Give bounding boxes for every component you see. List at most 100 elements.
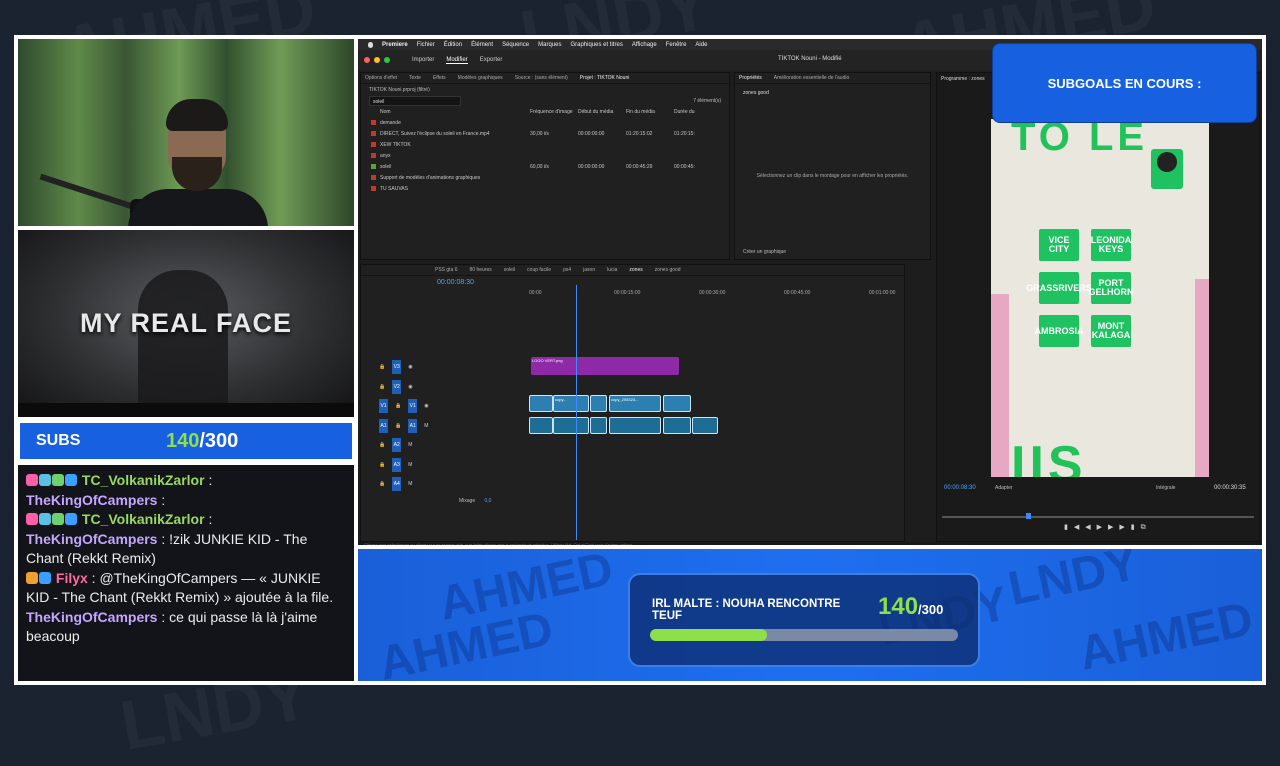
sequence-tab[interactable]: jason: [583, 267, 595, 273]
sequence-tab[interactable]: ps4: [563, 267, 571, 273]
video-clip[interactable]: [590, 395, 607, 412]
chat-username[interactable]: TheKingOfCampers: [26, 609, 157, 625]
track-label[interactable]: V2: [392, 379, 402, 394]
sequence-tab[interactable]: zones good: [655, 267, 681, 273]
menu-item[interactable]: Aide: [695, 42, 707, 48]
track-header[interactable]: 🔒 A4 M: [361, 475, 457, 493]
project-row[interactable]: TU SAUVAS: [361, 183, 729, 194]
project-row[interactable]: Support de modèles d'animations graphiqu…: [361, 172, 729, 183]
menu-item[interactable]: Séquence: [502, 42, 529, 48]
chat-username[interactable]: Filyx: [52, 570, 88, 586]
lock-icon[interactable]: 🔒: [395, 423, 401, 429]
video-clip[interactable]: copy...: [553, 395, 589, 412]
audio-clip[interactable]: [692, 417, 718, 434]
track-target[interactable]: V1: [379, 399, 388, 413]
sequence-tab[interactable]: coup facile: [527, 267, 551, 273]
lock-icon[interactable]: 🔒: [395, 403, 401, 409]
properties-tab[interactable]: Amélioration essentielle de l'audio: [774, 75, 849, 81]
playback-controls[interactable]: ▮◀◀▶▶▶▮⧉: [1064, 523, 1152, 532]
menu-item[interactable]: Fenêtre: [666, 42, 687, 48]
video-clip[interactable]: copy_205323...: [609, 395, 661, 412]
menu-item[interactable]: Premiere: [382, 42, 408, 48]
mute-icon[interactable]: M: [408, 481, 412, 487]
sequence-tab[interactable]: PSS gta 6: [435, 267, 458, 273]
track-label[interactable]: V1: [408, 399, 418, 413]
mute-icon[interactable]: M: [408, 442, 412, 448]
playhead[interactable]: [576, 285, 577, 540]
track-label[interactable]: A2: [392, 438, 402, 452]
mute-icon[interactable]: M: [424, 423, 428, 429]
chat-username[interactable]: TheKingOfCampers: [26, 531, 157, 547]
track-header[interactable]: 🔒 A2 M: [361, 436, 457, 454]
chat-username[interactable]: TC_VolkanikZarlor: [78, 472, 205, 488]
program-scrubber[interactable]: [942, 513, 1254, 519]
chat-username[interactable]: TheKingOfCampers: [26, 492, 157, 508]
search-input[interactable]: soleil: [369, 96, 461, 106]
project-row[interactable]: DIRECT, Suivez l'éclipse du soleil en Fr…: [361, 128, 729, 139]
audio-clip[interactable]: [609, 417, 661, 434]
column-header[interactable]: Fréquence d'image: [530, 109, 578, 115]
column-header[interactable]: Durée du: [674, 109, 722, 115]
audio-clip[interactable]: [590, 417, 607, 434]
quality-select[interactable]: Intégrale: [1156, 485, 1175, 491]
track-label[interactable]: V3: [392, 360, 402, 374]
video-player[interactable]: MY REAL FACE: [18, 230, 354, 417]
project-tab[interactable]: Texte: [409, 75, 421, 81]
project-tab[interactable]: Modèles graphiques: [458, 75, 503, 81]
track-header[interactable]: 🔒 A3 M: [361, 456, 457, 474]
eye-icon[interactable]: ◉: [408, 364, 412, 370]
menu-item[interactable]: Fichier: [417, 42, 435, 48]
video-clip[interactable]: [663, 395, 691, 412]
apple-icon[interactable]: [368, 41, 373, 48]
mute-icon[interactable]: M: [408, 462, 412, 468]
sequence-tab[interactable]: lucia: [607, 267, 617, 273]
menu-item[interactable]: Marques: [538, 42, 561, 48]
track-header[interactable]: 🔒 V2 ◉: [361, 378, 457, 396]
video-controls[interactable]: [18, 403, 354, 417]
lock-icon[interactable]: 🔒: [379, 384, 385, 390]
mode-tab[interactable]: Exporter: [480, 57, 503, 64]
project-row[interactable]: demande: [361, 117, 729, 128]
track-header[interactable]: A1 🔒 A1 M: [361, 417, 457, 435]
menu-item[interactable]: Édition: [444, 42, 462, 48]
eye-icon[interactable]: ◉: [408, 384, 412, 390]
lock-icon[interactable]: 🔒: [379, 481, 385, 487]
mode-tab[interactable]: Modifier: [446, 57, 468, 64]
project-tab[interactable]: Effets: [433, 75, 446, 81]
properties-tab[interactable]: Propriétés: [739, 75, 762, 81]
track-label[interactable]: A1: [408, 418, 418, 433]
fit-select[interactable]: Adapter: [995, 485, 1013, 491]
sequence-tab[interactable]: 80 heures: [470, 267, 492, 273]
mode-tab[interactable]: Importer: [412, 57, 434, 64]
track-header[interactable]: 🔒 V3 ◉: [361, 358, 457, 376]
column-header[interactable]: Début du média: [578, 109, 626, 115]
close-icon[interactable]: [364, 57, 370, 63]
menu-item[interactable]: Graphiques et titres: [570, 42, 622, 48]
lock-icon[interactable]: 🔒: [379, 462, 385, 468]
project-row[interactable]: XEW TIKTOK: [361, 139, 729, 150]
track-label[interactable]: A4: [392, 477, 402, 491]
track-label[interactable]: A3: [392, 457, 402, 472]
video-clip[interactable]: [529, 395, 553, 412]
lock-icon[interactable]: 🔒: [379, 364, 385, 370]
audio-clip[interactable]: [553, 417, 589, 434]
track-target[interactable]: A1: [379, 418, 388, 433]
create-graphic-button[interactable]: Créer un graphique: [743, 249, 786, 255]
column-header[interactable]: Fin du média: [626, 109, 674, 115]
menu-item[interactable]: Élément: [471, 42, 493, 48]
project-tab[interactable]: Options d'effet: [365, 75, 397, 81]
project-row[interactable]: anyx: [361, 150, 729, 161]
project-tab[interactable]: Source : (sans élément): [515, 75, 568, 81]
sequence-tab[interactable]: zones: [629, 267, 642, 273]
audio-clip[interactable]: [663, 417, 691, 434]
column-header[interactable]: Nom: [380, 109, 530, 115]
sequence-tab[interactable]: soleil: [504, 267, 515, 273]
eye-icon[interactable]: ◉: [424, 403, 428, 409]
audio-clip[interactable]: [529, 417, 553, 434]
chat-username[interactable]: TC_VolkanikZarlor: [78, 511, 205, 527]
project-row[interactable]: soleil 60,00 i/s 00:00:00:00 00:00:45:29 00:…: [361, 161, 729, 172]
project-tab[interactable]: Projet : TIKTOK Nouni: [580, 75, 630, 81]
lock-icon[interactable]: 🔒: [379, 442, 385, 448]
track-header[interactable]: V1 🔒 V1 ◉: [361, 397, 457, 415]
maximize-icon[interactable]: [384, 57, 390, 63]
